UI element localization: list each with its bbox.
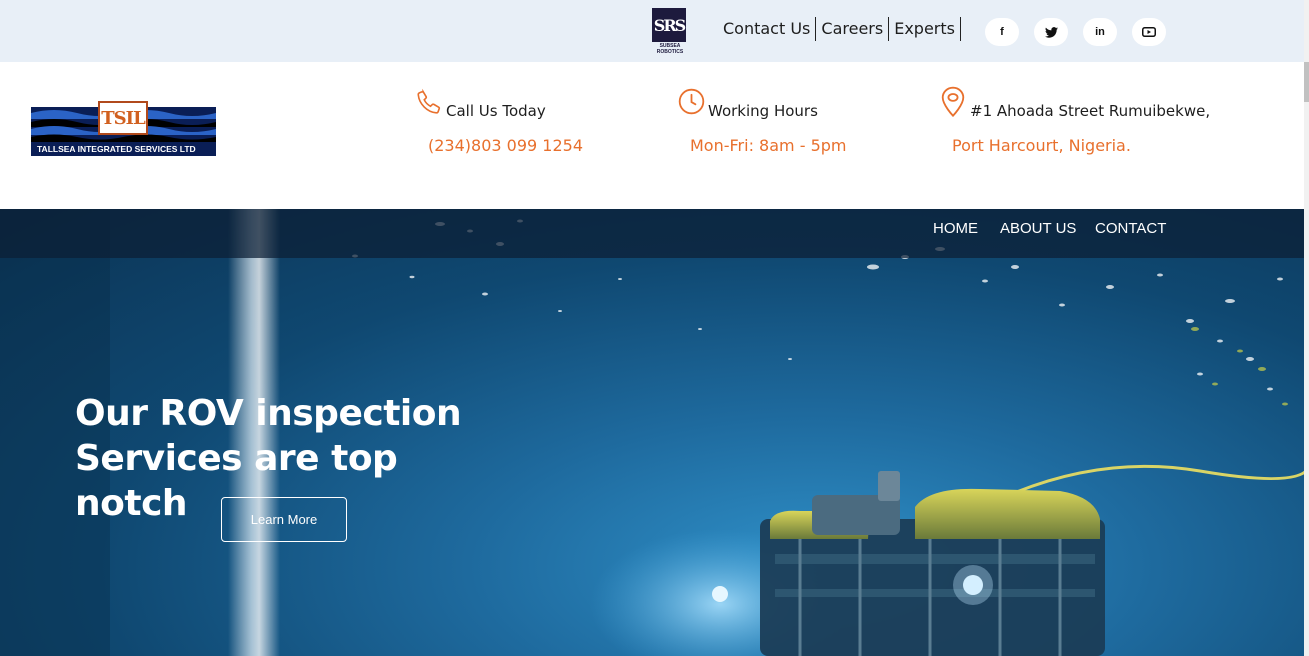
rov-vehicle <box>712 471 1105 656</box>
address-line1: #1 Ahoada Street Rumuibekwe, <box>970 102 1211 120</box>
srs-subtitle-line2: ROBOTICS <box>656 49 684 55</box>
location-pin-icon <box>941 86 965 118</box>
social-links: f in <box>985 18 1181 46</box>
nav-about-us[interactable]: ABOUT US <box>1000 220 1076 237</box>
hero-title-line1: Our ROV inspection <box>75 393 462 434</box>
call-title: Call Us Today <box>446 102 546 120</box>
facebook-icon[interactable]: f <box>985 18 1019 46</box>
address-line2: Port Harcourt, Nigeria. <box>952 136 1131 155</box>
learn-more-button[interactable]: Learn More <box>221 497 347 542</box>
scrollbar-thumb[interactable] <box>1304 62 1309 102</box>
company-name: TALLSEA INTEGRATED SERVICES LTD <box>31 142 216 156</box>
facebook-glyph: f <box>1000 26 1004 38</box>
site-header: TSIL TALLSEA INTEGRATED SERVICES LTD Cal… <box>0 62 1309 209</box>
call-phone-number[interactable]: (234)803 099 1254 <box>428 136 583 155</box>
logo-monogram: TSIL <box>101 107 145 129</box>
experts-link[interactable]: Experts <box>889 17 961 41</box>
careers-link[interactable]: Careers <box>816 17 890 41</box>
logo-monogram-badge: TSIL <box>98 101 148 135</box>
clock-icon <box>678 88 705 115</box>
linkedin-glyph: in <box>1095 26 1105 38</box>
contact-us-link[interactable]: Contact Us <box>718 17 817 41</box>
hero-section: HOME ABOUT US CONTACT Our ROV inspection… <box>0 209 1309 656</box>
youtube-icon[interactable] <box>1132 18 1166 46</box>
phone-icon <box>417 88 441 114</box>
working-hours-value: Mon-Fri: 8am - 5pm <box>690 136 847 155</box>
tallsea-logo[interactable]: TSIL TALLSEA INTEGRATED SERVICES LTD <box>31 101 216 156</box>
srs-monogram: SRS <box>652 8 686 42</box>
top-bar: SRS SUBSEA ROBOTICS Contact Us Careers E… <box>0 0 1309 62</box>
main-nav: HOME ABOUT US CONTACT <box>0 209 1309 258</box>
nav-home[interactable]: HOME <box>933 220 978 237</box>
linkedin-icon[interactable]: in <box>1083 18 1117 46</box>
youtube-play-icon <box>1142 27 1156 37</box>
subsea-robotics-logo[interactable]: SRS SUBSEA ROBOTICS <box>652 8 688 55</box>
top-links: Contact Us Careers Experts <box>718 16 961 42</box>
twitter-bird-icon <box>1044 26 1058 38</box>
nav-contact[interactable]: CONTACT <box>1095 220 1166 237</box>
working-hours-title: Working Hours <box>708 102 818 120</box>
srs-subtitle: SUBSEA ROBOTICS <box>652 43 688 55</box>
twitter-icon[interactable] <box>1034 18 1068 46</box>
